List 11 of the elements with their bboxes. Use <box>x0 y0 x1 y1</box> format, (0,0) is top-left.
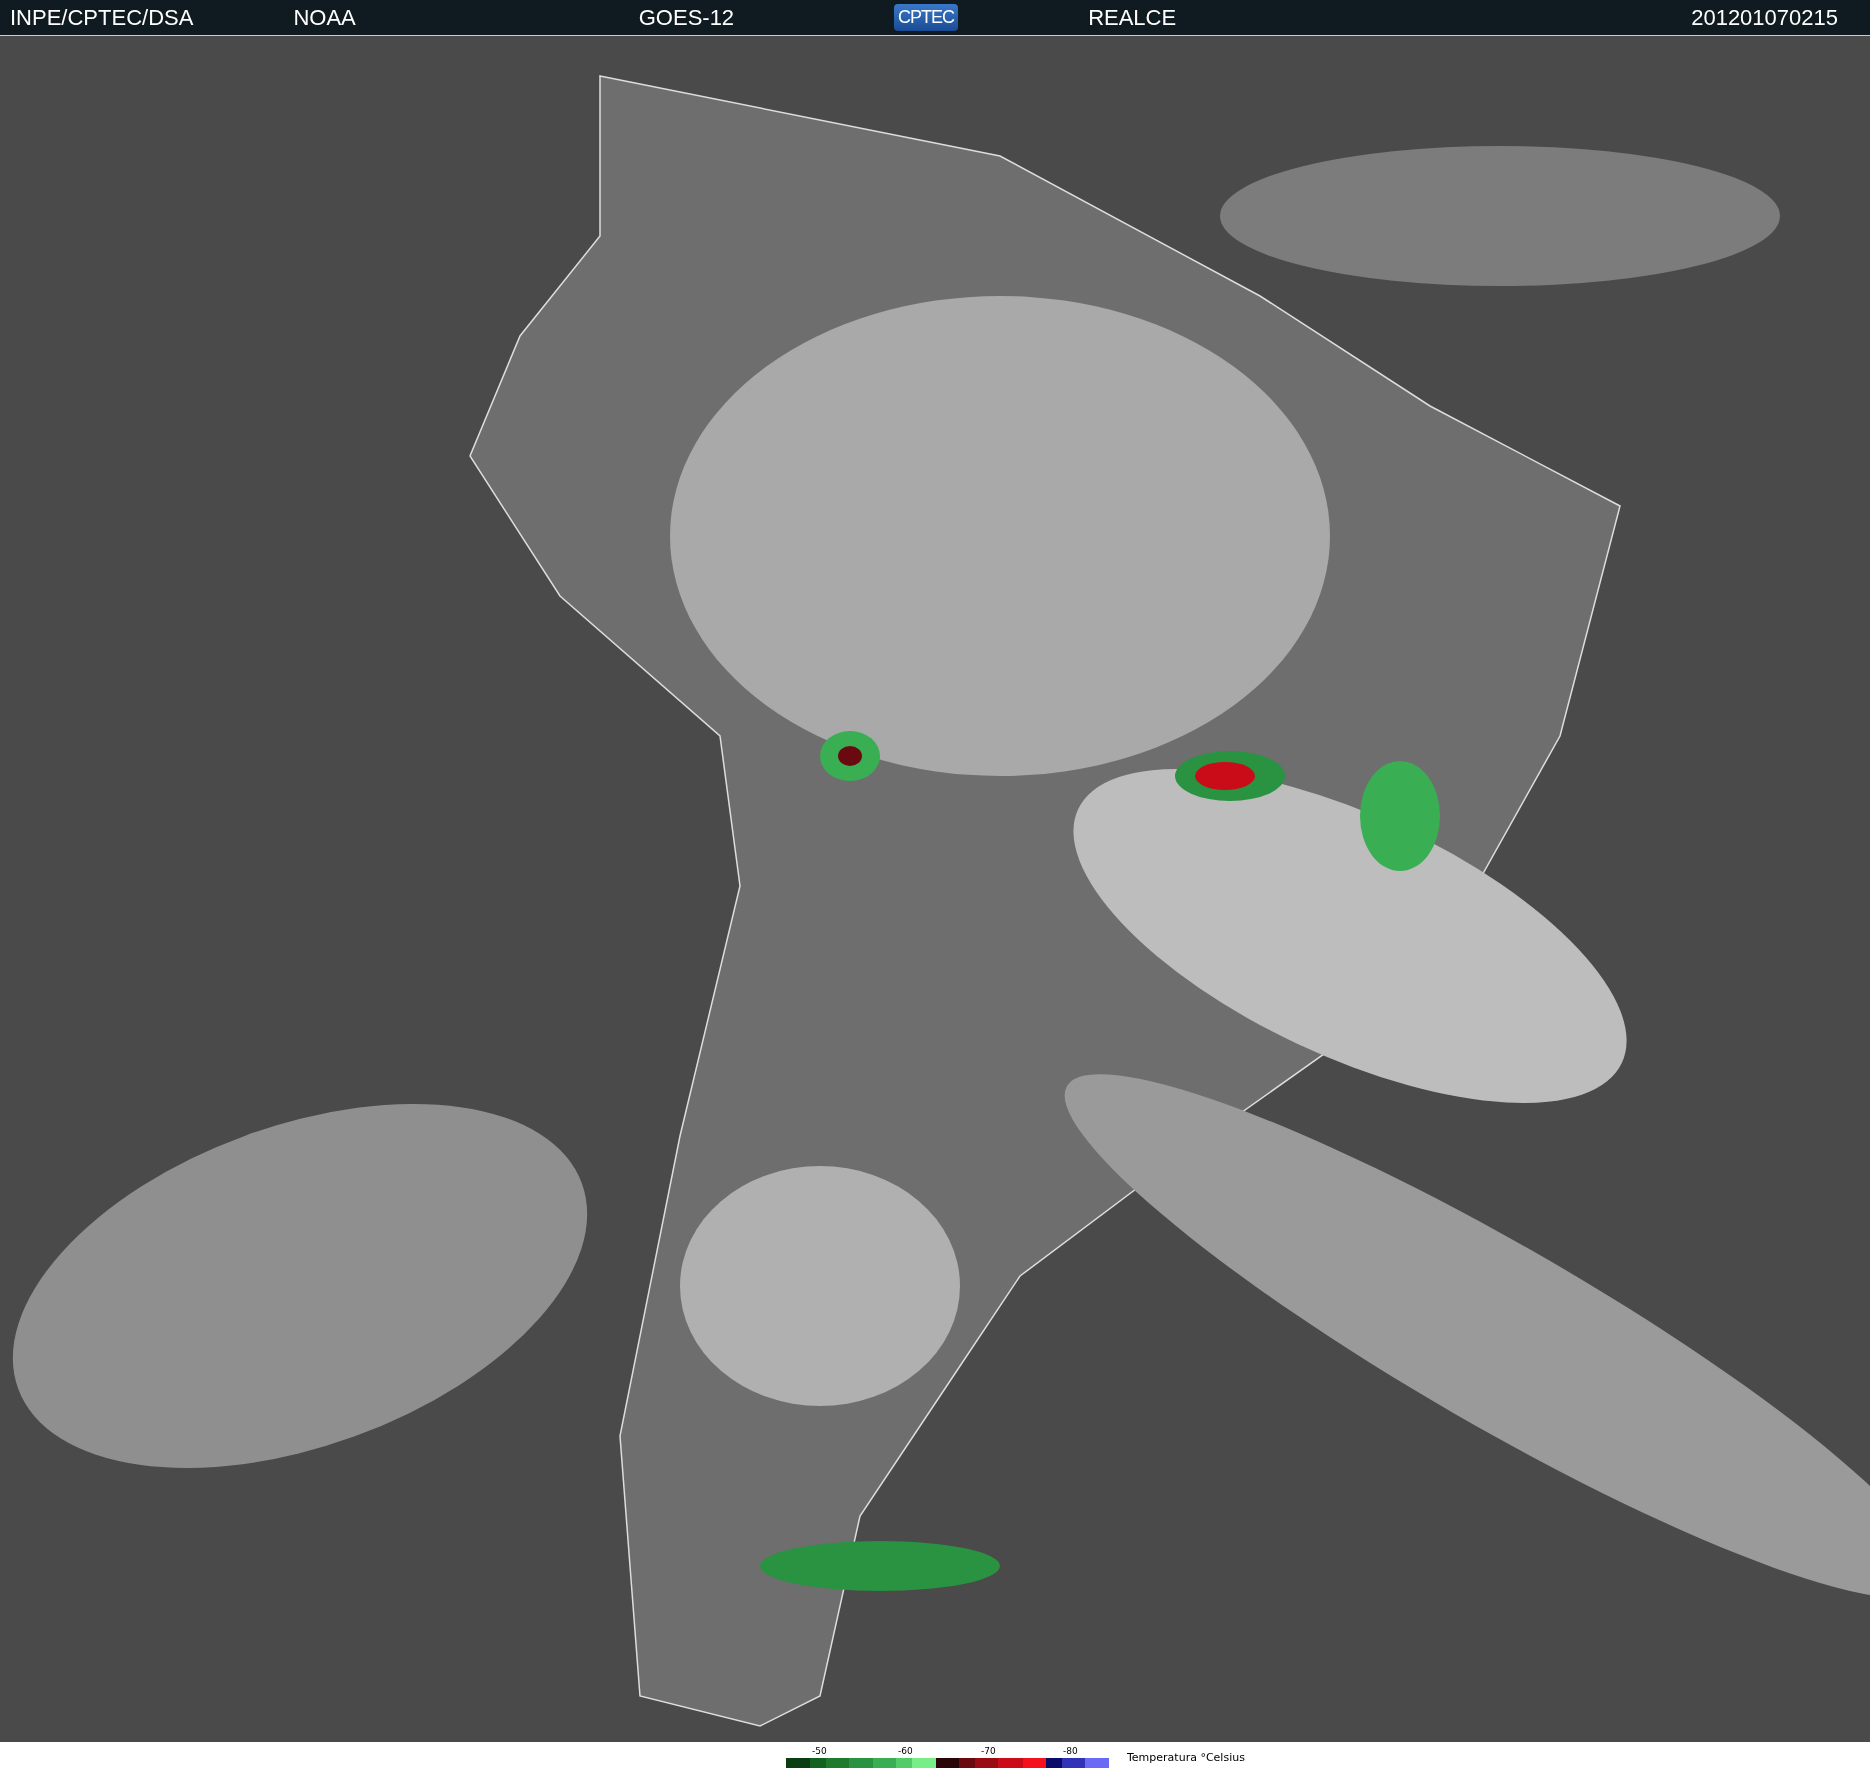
tick-label: -60 <box>898 1746 913 1756</box>
tick-label: -80 <box>1063 1746 1078 1756</box>
satellite-label: GOES-12 <box>638 4 735 31</box>
logo: CPTEC <box>894 4 959 31</box>
source-label: INPE/CPTEC/DSA <box>10 4 194 31</box>
agency-label: NOAA <box>293 4 356 31</box>
product-label: REALCE <box>1088 4 1177 31</box>
tick-label: -70 <box>981 1746 996 1756</box>
tick-label: -50 <box>812 1746 827 1756</box>
legend-title: Temperatura °Celsius <box>1127 1751 1245 1764</box>
timestamp-label: 201201070215 <box>1691 4 1838 31</box>
